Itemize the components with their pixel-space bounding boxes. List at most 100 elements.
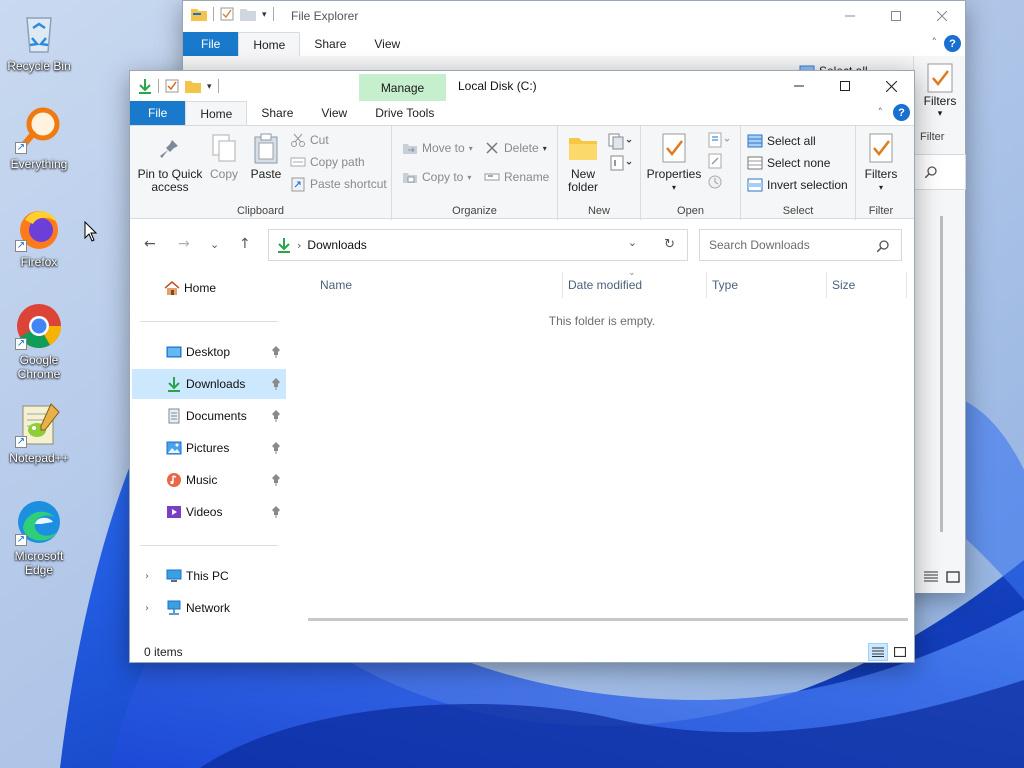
copy-path-button[interactable]: Copy path	[290, 152, 365, 172]
new-folder-icon[interactable]	[185, 79, 201, 93]
bg-tab-file[interactable]: File	[183, 32, 239, 56]
column-divider[interactable]	[562, 272, 563, 298]
column-divider[interactable]	[706, 272, 707, 298]
details-view-icon[interactable]	[924, 571, 938, 583]
column-header-name[interactable]: Name	[320, 278, 352, 292]
customize-quick-access-icon[interactable]: ▾	[207, 81, 212, 92]
desktop-icon-firefox[interactable]: ↗ Firefox	[1, 204, 77, 269]
bg-close-button[interactable]	[919, 1, 965, 31]
collapse-ribbon-icon[interactable]: ˄	[878, 106, 884, 119]
easy-access-button[interactable]	[608, 154, 632, 175]
expand-chevron-icon[interactable]: ›	[138, 571, 156, 582]
delete-button[interactable]: Delete ▾	[484, 138, 547, 158]
file-explorer-window[interactable]: ▾ Manage Local Disk (C:) File Home Share…	[129, 70, 915, 663]
column-divider[interactable]	[826, 272, 827, 298]
pin-icon[interactable]	[270, 441, 282, 455]
titlebar[interactable]: ▾ Manage Local Disk (C:)	[130, 71, 914, 101]
breadcrumb-downloads[interactable]: Downloads	[307, 238, 366, 252]
nav-item-music[interactable]: Music	[132, 465, 286, 495]
large-icons-view-icon[interactable]	[946, 571, 960, 583]
nav-item-network[interactable]: › Network	[132, 593, 286, 623]
tab-drive-tools[interactable]: Drive Tools	[361, 101, 448, 125]
pin-icon[interactable]	[270, 409, 282, 423]
pin-icon[interactable]	[270, 377, 282, 391]
bg-help-button[interactable]: ?	[944, 35, 961, 52]
edit-button[interactable]	[707, 153, 723, 172]
minimize-button[interactable]	[776, 71, 822, 101]
nav-item-home[interactable]: Home	[132, 273, 286, 303]
close-button[interactable]	[868, 71, 914, 101]
column-header-date-modified[interactable]: Date modified	[568, 278, 642, 292]
address-history-chevron-icon[interactable]: ⌄	[628, 236, 637, 249]
nav-item-this-pc[interactable]: › This PC	[132, 561, 286, 591]
new-folder-button[interactable]: New folder	[564, 132, 602, 194]
nav-item-videos[interactable]: Videos	[132, 497, 286, 527]
customize-qa-icon[interactable]: ▾	[262, 9, 267, 20]
collapse-ribbon-icon[interactable]: ˄	[932, 36, 938, 49]
tab-home[interactable]: Home	[185, 101, 248, 125]
details-view-button[interactable]	[868, 643, 888, 661]
copy-to-button[interactable]: Copy to ▾	[402, 167, 471, 187]
invert-selection-button[interactable]: Invert selection	[747, 175, 848, 195]
properties-icon[interactable]	[220, 7, 234, 21]
properties-button[interactable]: Properties ▾	[645, 132, 703, 194]
pin-icon[interactable]	[270, 345, 282, 359]
search-input[interactable]	[709, 238, 869, 252]
new-folder-icon[interactable]	[240, 7, 256, 21]
up-arrow-icon[interactable]: ↑	[239, 236, 251, 252]
nav-item-desktop[interactable]: Desktop	[132, 337, 286, 367]
expand-chevron-icon[interactable]: ›	[138, 603, 156, 614]
column-header-size[interactable]: Size	[832, 278, 855, 292]
bg-maximize-button[interactable]	[873, 1, 919, 31]
new-item-button[interactable]	[608, 132, 632, 153]
tab-file[interactable]: File	[130, 101, 186, 125]
tab-view[interactable]: View	[307, 101, 361, 125]
forward-arrow-icon[interactable]: →	[178, 236, 190, 252]
pin-icon[interactable]	[270, 473, 282, 487]
desktop-icon-notepad-plus-plus[interactable]: ↗ Notepad++	[1, 400, 77, 465]
nav-item-pictures[interactable]: Pictures	[132, 433, 286, 463]
help-button[interactable]: ?	[893, 104, 910, 121]
tab-share[interactable]: Share	[247, 101, 307, 125]
desktop-icon-recycle-bin[interactable]: Recycle Bin	[1, 8, 77, 73]
bg-minimize-button[interactable]	[827, 1, 873, 31]
nav-item-downloads[interactable]: Downloads	[132, 369, 286, 399]
pin-icon[interactable]	[270, 505, 282, 519]
open-button[interactable]	[707, 132, 731, 151]
search-box[interactable]	[699, 229, 902, 261]
history-button[interactable]	[707, 174, 723, 193]
pin-to-quick-access-button[interactable]: Pin to Quick access	[136, 132, 204, 194]
bg-tab-share[interactable]: Share	[300, 32, 360, 56]
copy-button[interactable]: Copy	[206, 132, 242, 181]
background-titlebar[interactable]: ▾ File Explorer	[183, 1, 965, 31]
select-none-button[interactable]: Select none	[747, 153, 830, 173]
bg-filters-button[interactable]: Filters ▾	[920, 62, 960, 119]
refresh-icon[interactable]: ↻	[664, 237, 675, 252]
select-all-button[interactable]: Select all	[747, 131, 816, 151]
desktop-icon-everything[interactable]: ↗ Everything	[1, 106, 77, 171]
breadcrumb-separator-icon[interactable]: ›	[297, 239, 301, 252]
back-arrow-icon[interactable]: ←	[144, 236, 156, 252]
bg-tab-home[interactable]: Home	[238, 32, 301, 56]
nav-item-documents[interactable]: Documents	[132, 401, 286, 431]
address-bar[interactable]: › Downloads ⌄ ↻	[268, 229, 688, 261]
paste-shortcut-button[interactable]: Paste shortcut	[290, 174, 387, 194]
file-list[interactable]: Name ⌄ Date modified Type Size This fold…	[290, 268, 914, 625]
horizontal-scrollbar[interactable]	[308, 618, 908, 621]
paste-button[interactable]: Paste	[246, 132, 286, 181]
rename-button[interactable]: Rename	[484, 167, 549, 187]
desktop-icon-google-chrome[interactable]: ↗ Google Chrome	[1, 302, 77, 381]
cut-button[interactable]: Cut	[290, 130, 329, 150]
maximize-button[interactable]	[822, 71, 868, 101]
recent-locations-chevron-icon[interactable]: ⌄	[210, 238, 219, 251]
filters-button[interactable]: Filters ▾	[862, 132, 900, 194]
column-divider[interactable]	[906, 272, 907, 298]
column-header-type[interactable]: Type	[712, 278, 738, 292]
properties-icon[interactable]	[165, 79, 179, 93]
tab-manage[interactable]: Manage	[359, 74, 446, 101]
large-icons-view-button[interactable]	[890, 643, 910, 661]
bg-search-box[interactable]	[914, 154, 966, 190]
desktop-icon-microsoft-edge[interactable]: ↗ Microsoft Edge	[1, 498, 77, 577]
bg-tab-view[interactable]: View	[360, 32, 414, 56]
move-to-button[interactable]: Move to ▾	[402, 138, 473, 158]
